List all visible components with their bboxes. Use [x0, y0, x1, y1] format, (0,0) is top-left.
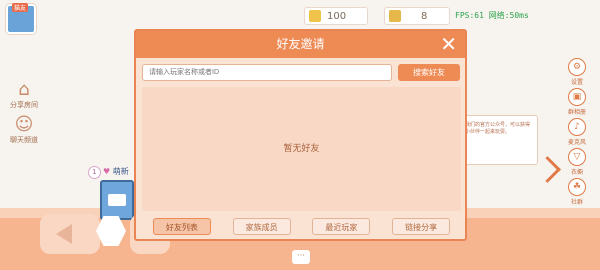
share-room-button[interactable]: ⌂ 分享房间: [4, 80, 44, 110]
share-room-label: 分享房间: [10, 101, 38, 109]
arrow-left-icon: [56, 224, 72, 244]
album-button[interactable]: ▣ 群相册: [562, 88, 592, 116]
heart-pin-icon: ♥: [103, 167, 111, 176]
fps-readout: FPS:61 网络:50ms: [455, 11, 529, 20]
chat-channel-label: 聊天频道: [10, 136, 38, 144]
gem-counter: 8: [384, 7, 450, 25]
chat-person-icon: ☺: [14, 114, 34, 135]
community-label: 社群: [570, 199, 583, 206]
mic-button[interactable]: ♪ 麦克风: [562, 118, 592, 146]
hint-arrow-icon: [534, 156, 561, 183]
album-label: 群相册: [567, 109, 586, 116]
coin-icon: [309, 10, 321, 22]
move-left-button[interactable]: [40, 214, 100, 254]
player-name: 萌新: [112, 167, 129, 176]
tab-recent-players[interactable]: 最近玩家: [312, 217, 371, 235]
dialog-title: 好友邀请: [136, 31, 465, 58]
gem-icon: [389, 10, 401, 22]
search-friend-button[interactable]: 搜索好友: [398, 64, 460, 81]
empty-state-text: 暂无好友: [283, 144, 320, 154]
player-level: 1: [88, 166, 101, 179]
community-icon: ☘: [568, 178, 586, 196]
avatar-badge: 猫友: [12, 3, 29, 12]
community-button[interactable]: ☘ 社群: [562, 178, 592, 206]
shirt-icon: ▽: [568, 148, 586, 166]
player-character: [100, 180, 134, 220]
hint-panel: 我们的官方公众号，可以获得小伙伴一起来玩耍。: [458, 115, 538, 165]
friend-tabs: 好友列表 家族成员 最近玩家 链接分享: [142, 215, 461, 237]
chat-button[interactable]: ···: [292, 250, 310, 264]
chat-channel-button[interactable]: ☺ 聊天频道: [4, 115, 44, 145]
tab-link-share[interactable]: 链接分享: [392, 217, 451, 235]
player-tag: 1 ♥ 萌新: [88, 166, 129, 179]
settings-label: 设置: [570, 79, 583, 86]
coin-counter: 100: [304, 7, 368, 25]
friend-list-area: 暂无好友: [142, 87, 461, 211]
mic-label: 麦克风: [567, 139, 586, 146]
home-share-icon: ⌂: [18, 79, 30, 100]
coin-value: 100: [327, 10, 347, 22]
gem-value: 8: [421, 10, 428, 22]
wardrobe-label: 衣橱: [570, 169, 583, 176]
tab-friend-list[interactable]: 好友列表: [152, 217, 211, 235]
settings-icon: ⚙: [568, 58, 586, 76]
friend-invite-dialog: 好友邀请 ✕ 搜索好友 暂无好友 好友列表 家族成员 最近玩家 链接分享: [134, 29, 467, 241]
friend-search-input[interactable]: [142, 64, 392, 81]
photo-icon: ▣: [568, 88, 586, 106]
tab-family-members[interactable]: 家族成员: [232, 217, 291, 235]
close-icon[interactable]: ✕: [440, 33, 457, 55]
mic-icon: ♪: [568, 118, 586, 136]
wardrobe-button[interactable]: ▽ 衣橱: [562, 148, 592, 176]
settings-button[interactable]: ⚙ 设置: [562, 58, 592, 86]
